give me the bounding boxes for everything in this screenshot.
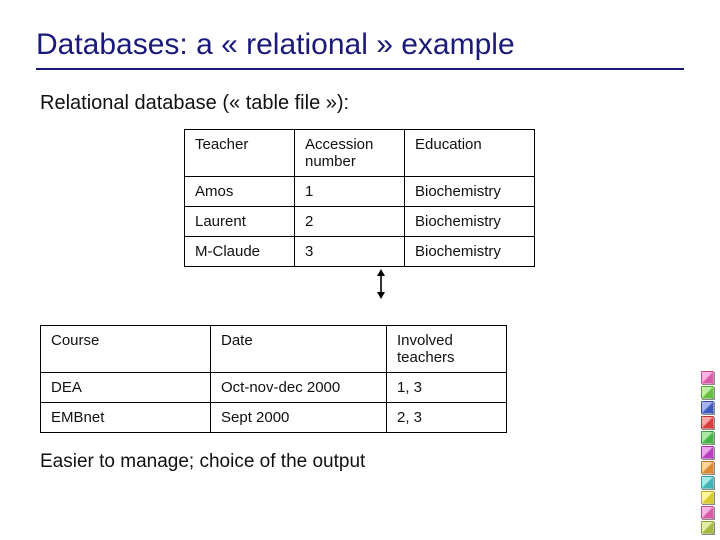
decor-square-icon: [701, 506, 714, 519]
table-row: Course Date Involved teachers: [41, 326, 507, 373]
title-rule: [36, 68, 684, 70]
table-row: DEA Oct-nov-dec 2000 1, 3: [41, 373, 507, 403]
decor-square-icon: [701, 431, 714, 444]
relation-arrow-icon: [374, 269, 388, 299]
table-row: M-Claude 3 Biochemistry: [185, 237, 535, 267]
slide-subtitle: Relational database (« table file »):: [40, 92, 684, 115]
decor-square-icon: [701, 521, 714, 534]
decor-square-icon: [701, 371, 714, 384]
decor-square-icon: [701, 446, 714, 459]
table-row: Laurent 2 Biochemistry: [185, 207, 535, 237]
table-row: Amos 1 Biochemistry: [185, 177, 535, 207]
col-header: Involved teachers: [387, 326, 507, 373]
teachers-table: Teacher Accession number Education Amos …: [184, 129, 535, 267]
col-header: Date: [211, 326, 387, 373]
slide-title: Databases: a « relational » example: [36, 28, 684, 62]
decor-square-icon: [701, 491, 714, 504]
decor-square-icon: [701, 461, 714, 474]
courses-table: Course Date Involved teachers DEA Oct-no…: [40, 325, 507, 433]
col-header: Course: [41, 326, 211, 373]
decor-square-icon: [701, 386, 714, 399]
decor-square-icon: [701, 401, 714, 414]
col-header: Teacher: [185, 130, 295, 177]
decor-square-icon: [701, 416, 714, 429]
col-header: Accession number: [295, 130, 405, 177]
decor-squares: [701, 369, 714, 534]
col-header: Education: [405, 130, 535, 177]
footer-note: Easier to manage; choice of the output: [40, 451, 684, 473]
decor-square-icon: [701, 476, 714, 489]
table-row: Teacher Accession number Education: [185, 130, 535, 177]
table-row: EMBnet Sept 2000 2, 3: [41, 403, 507, 433]
